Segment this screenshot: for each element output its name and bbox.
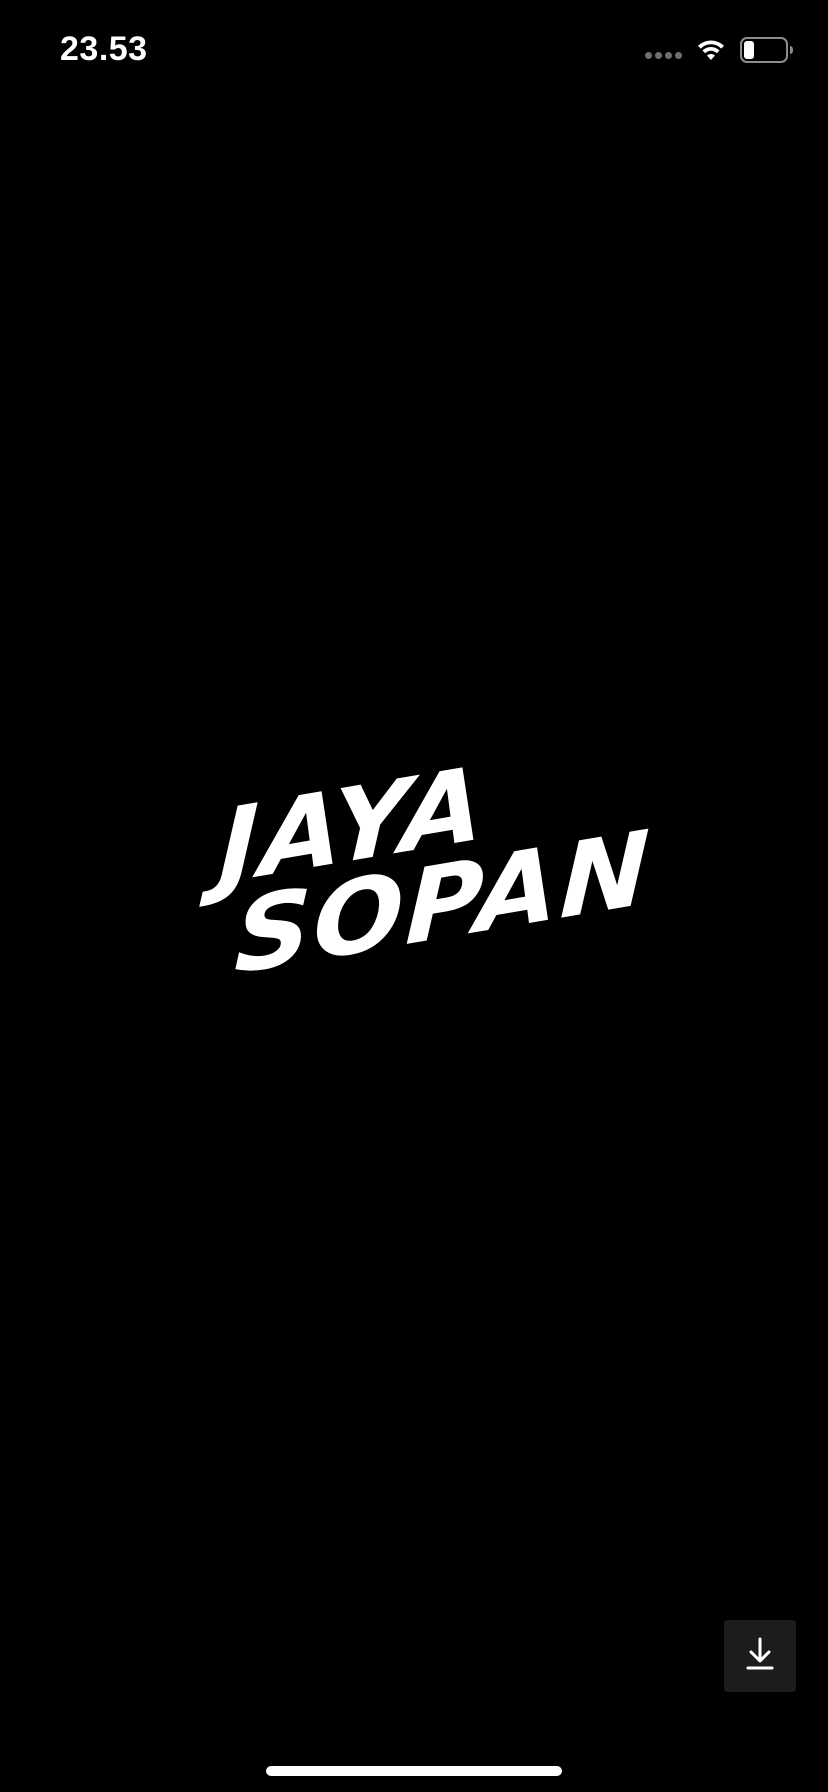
home-indicator[interactable] [266, 1766, 562, 1776]
status-indicators [645, 35, 794, 65]
cellular-signal-icon [645, 51, 682, 59]
app-logo: JAYA SOPAN [205, 742, 654, 1015]
status-bar: 23.53 [0, 0, 828, 100]
download-button[interactable] [724, 1620, 796, 1692]
wifi-icon [696, 38, 726, 62]
status-time: 23.53 [60, 30, 148, 68]
battery-icon [740, 37, 794, 63]
download-icon [743, 1636, 777, 1677]
